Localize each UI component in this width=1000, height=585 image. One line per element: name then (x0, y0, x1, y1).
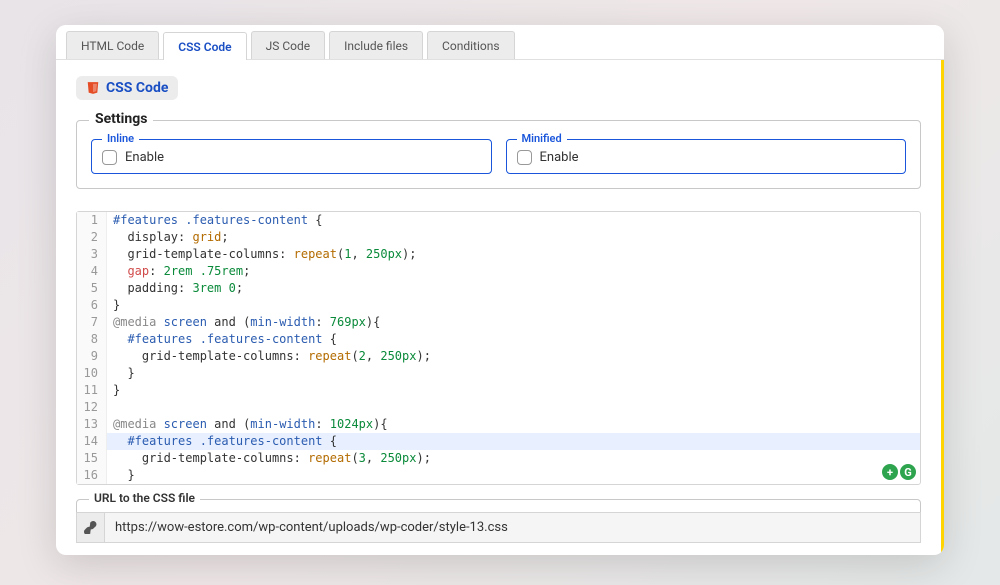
code-content[interactable]: grid-template-columns: repeat(1, 250px); (107, 246, 416, 263)
code-line[interactable]: 8 #features .features-content { (77, 331, 920, 348)
url-legend: URL to the CSS file (89, 491, 200, 505)
minified-legend: Minified (517, 132, 567, 145)
editor-actions: + G (882, 464, 916, 480)
code-content[interactable]: } (107, 297, 120, 314)
line-number: 11 (77, 382, 107, 399)
line-number: 2 (77, 229, 107, 246)
html5-icon (86, 81, 100, 95)
url-input[interactable]: https://wow-estore.com/wp-content/upload… (104, 512, 921, 543)
code-line[interactable]: 14 #features .features-content { (77, 433, 920, 450)
code-line[interactable]: 1#features .features-content { (77, 212, 920, 229)
line-number: 12 (77, 399, 107, 416)
settings-legend: Settings (89, 111, 153, 127)
tab-bar: HTML Code CSS Code JS Code Include files… (56, 25, 944, 60)
panel-body: CSS Code Settings Inline Enable Minified… (56, 60, 944, 555)
code-content[interactable]: #features .features-content { (107, 331, 337, 348)
url-fieldset: URL to the CSS file https://wow-estore.c… (76, 499, 921, 543)
minified-checkbox[interactable] (517, 150, 532, 165)
tab-html-code[interactable]: HTML Code (66, 31, 159, 59)
code-content[interactable] (107, 399, 113, 416)
line-number: 16 (77, 467, 107, 484)
settings-fieldset: Settings Inline Enable Minified Enable (76, 120, 921, 189)
inline-checkbox[interactable] (102, 150, 117, 165)
code-line[interactable]: 9 grid-template-columns: repeat(2, 250px… (77, 348, 920, 365)
tab-css-code[interactable]: CSS Code (163, 32, 246, 60)
line-number: 5 (77, 280, 107, 297)
minified-checkbox-label: Enable (540, 150, 579, 165)
code-content[interactable]: @media screen and (min-width: 1024px){ (107, 416, 388, 433)
action-button-2[interactable]: G (900, 464, 916, 480)
code-line[interactable]: 12 (77, 399, 920, 416)
code-line[interactable]: 7@media screen and (min-width: 769px){ (77, 314, 920, 331)
tab-conditions[interactable]: Conditions (427, 31, 514, 59)
code-content[interactable]: } (107, 467, 135, 484)
line-number: 4 (77, 263, 107, 280)
code-content[interactable]: padding: 3rem 0; (107, 280, 243, 297)
code-line[interactable]: 3 grid-template-columns: repeat(1, 250px… (77, 246, 920, 263)
inline-legend: Inline (102, 132, 139, 145)
code-line[interactable]: 2 display: grid; (77, 229, 920, 246)
code-line[interactable]: 5 padding: 3rem 0; (77, 280, 920, 297)
line-number: 8 (77, 331, 107, 348)
code-content[interactable]: #features .features-content { (107, 433, 337, 450)
code-line[interactable]: 6} (77, 297, 920, 314)
section-title-text: CSS Code (106, 80, 168, 96)
inline-fieldset: Inline Enable (91, 139, 492, 174)
action-button-1[interactable]: + (882, 464, 898, 480)
code-line[interactable]: 4 gap: 2rem .75rem; (77, 263, 920, 280)
code-line[interactable]: 16 } (77, 467, 920, 484)
code-line[interactable]: 15 grid-template-columns: repeat(3, 250p… (77, 450, 920, 467)
code-line[interactable]: 10 } (77, 365, 920, 382)
code-content[interactable]: } (107, 365, 135, 382)
line-number: 6 (77, 297, 107, 314)
editor-window: HTML Code CSS Code JS Code Include files… (56, 25, 944, 555)
code-content[interactable]: } (107, 382, 120, 399)
section-title-badge: CSS Code (76, 76, 178, 100)
minified-fieldset: Minified Enable (506, 139, 907, 174)
code-content[interactable]: @media screen and (min-width: 769px){ (107, 314, 380, 331)
inline-checkbox-label: Enable (125, 150, 164, 165)
code-line[interactable]: 13@media screen and (min-width: 1024px){ (77, 416, 920, 433)
line-number: 10 (77, 365, 107, 382)
code-content[interactable]: gap: 2rem .75rem; (107, 263, 250, 280)
code-content[interactable]: grid-template-columns: repeat(2, 250px); (107, 348, 431, 365)
line-number: 14 (77, 433, 107, 450)
line-number: 1 (77, 212, 107, 229)
code-line[interactable]: 11} (77, 382, 920, 399)
line-number: 3 (77, 246, 107, 263)
line-number: 7 (77, 314, 107, 331)
line-number: 15 (77, 450, 107, 467)
code-content[interactable]: #features .features-content { (107, 212, 323, 229)
code-editor[interactable]: 1#features .features-content {2 display:… (76, 211, 921, 485)
link-icon (76, 512, 104, 543)
tab-include-files[interactable]: Include files (329, 31, 423, 59)
line-number: 9 (77, 348, 107, 365)
code-content[interactable]: display: grid; (107, 229, 229, 246)
line-number: 13 (77, 416, 107, 433)
code-content[interactable]: grid-template-columns: repeat(3, 250px); (107, 450, 431, 467)
tab-js-code[interactable]: JS Code (251, 31, 326, 59)
